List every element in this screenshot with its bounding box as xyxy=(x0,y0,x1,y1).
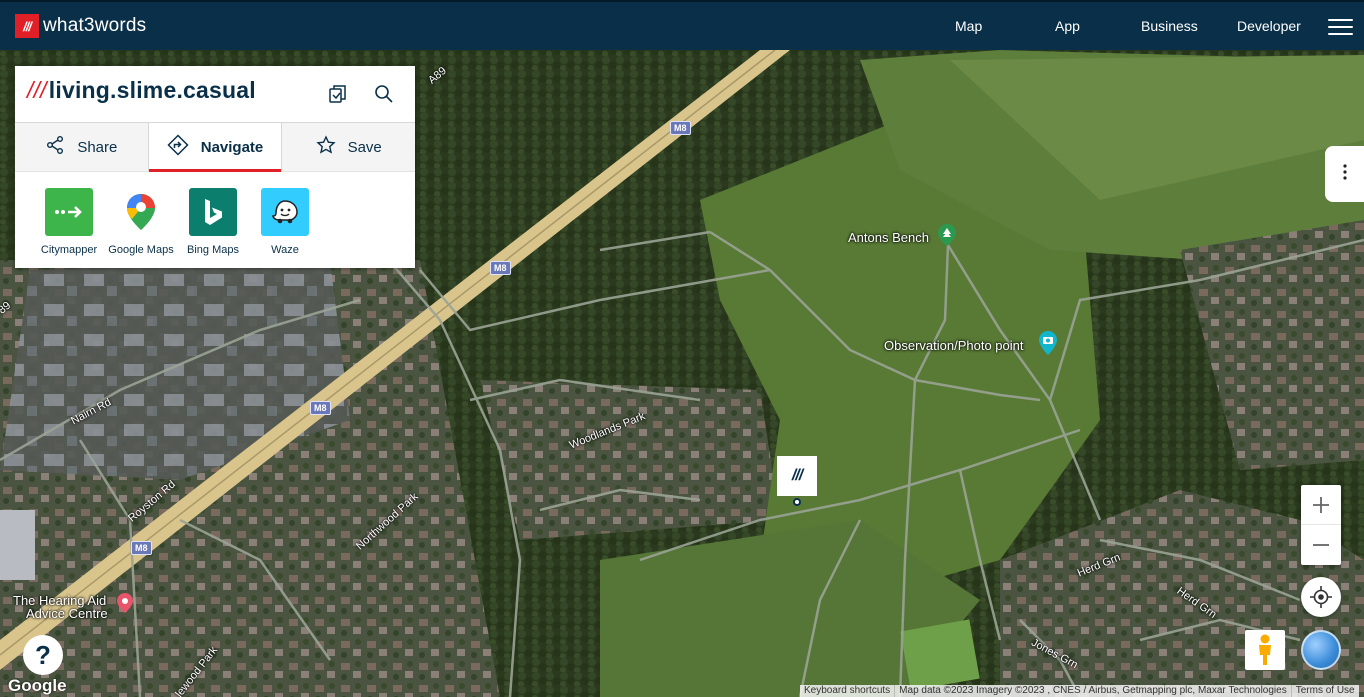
waze-icon xyxy=(261,188,309,236)
keyboard-shortcuts-link[interactable]: Keyboard shortcuts xyxy=(800,685,896,697)
top-navbar: /// what3words Map App Business Develope… xyxy=(0,0,1364,50)
tab-navigate[interactable]: Navigate xyxy=(148,123,283,172)
tab-navigate-label: Navigate xyxy=(200,138,264,156)
copy-icon[interactable] xyxy=(327,83,349,105)
map-type-toggle[interactable] xyxy=(1301,630,1341,670)
more-options-button[interactable] xyxy=(1325,146,1364,202)
terms-of-use-link[interactable]: Terms of Use xyxy=(1292,685,1359,697)
share-icon xyxy=(45,135,65,159)
poi-hearing-aid-line2[interactable]: Advice Centre xyxy=(26,606,108,621)
address-words: living.slime.casual xyxy=(48,77,256,103)
address-slashes: /// xyxy=(27,77,47,103)
navigation-apps: Citymapper Google Maps Bing Maps Waze xyxy=(33,188,321,256)
hamburger-menu-icon[interactable] xyxy=(1328,19,1353,35)
action-tabs: Share Navigate Save xyxy=(15,122,415,172)
tab-share-label: Share xyxy=(77,138,118,156)
zoom-in-button[interactable] xyxy=(1301,485,1341,525)
minus-icon xyxy=(1313,544,1329,546)
help-button[interactable]: ? xyxy=(23,635,63,675)
plus-icon xyxy=(1313,496,1329,513)
zoom-control xyxy=(1301,485,1341,565)
tab-share[interactable]: Share xyxy=(15,123,149,171)
app-waze[interactable]: Waze xyxy=(249,188,321,256)
google-maps-icon xyxy=(117,188,165,236)
tab-save[interactable]: Save xyxy=(282,123,415,171)
logo-mark: /// xyxy=(15,14,39,38)
nav-business[interactable]: Business xyxy=(1141,18,1198,34)
google-logo: Google xyxy=(8,676,67,695)
app-waze-label: Waze xyxy=(271,244,299,256)
location-marker[interactable]: /// xyxy=(777,456,817,496)
citymapper-icon xyxy=(45,188,93,236)
map-attribution: Keyboard shortcuts Map data ©2023 Imager… xyxy=(800,685,1359,697)
app-citymapper[interactable]: Citymapper xyxy=(33,188,105,256)
location-dot xyxy=(793,498,801,506)
three-word-address[interactable]: ///living.slime.casual xyxy=(27,77,256,104)
logo-text: what3words xyxy=(43,15,147,36)
navigate-icon xyxy=(167,134,189,160)
vertical-dots-icon xyxy=(1342,163,1347,185)
street-view-pegman[interactable] xyxy=(1245,630,1285,670)
app-citymapper-label: Citymapper xyxy=(40,244,98,256)
app-bing-maps-label: Bing Maps xyxy=(187,244,239,256)
nav-map[interactable]: Map xyxy=(955,18,982,34)
pegman-icon xyxy=(1259,634,1271,665)
tree-pin-icon[interactable] xyxy=(938,224,956,246)
crosshair-icon xyxy=(1310,586,1332,608)
my-location-button[interactable] xyxy=(1301,577,1341,617)
search-icon[interactable] xyxy=(373,83,395,105)
nav-app[interactable]: App xyxy=(1055,18,1080,34)
m8-shield: M8 xyxy=(310,401,331,415)
camera-pin-icon[interactable] xyxy=(1039,331,1057,355)
poi-observation-point[interactable]: Observation/Photo point xyxy=(884,338,1023,353)
app-bing-maps[interactable]: Bing Maps xyxy=(177,188,249,256)
app-google-maps[interactable]: Google Maps xyxy=(105,188,177,256)
poi-antons-bench[interactable]: Antons Bench xyxy=(848,230,929,245)
m8-shield: M8 xyxy=(131,541,152,555)
medical-pin-icon[interactable] xyxy=(117,593,133,613)
what3words-logo[interactable]: /// what3words xyxy=(15,14,146,38)
bing-icon xyxy=(189,188,237,236)
app-google-maps-label: Google Maps xyxy=(108,244,174,256)
tab-save-label: Save xyxy=(347,138,382,156)
nav-developer[interactable]: Developer xyxy=(1237,18,1301,34)
zoom-out-button[interactable] xyxy=(1301,525,1341,565)
address-panel: ///living.slime.casual Share Navigate Sa… xyxy=(15,66,415,268)
m8-shield: M8 xyxy=(670,121,691,135)
m8-shield: M8 xyxy=(490,261,511,275)
map-data-credit: Map data ©2023 Imagery ©2023 , CNES / Ai… xyxy=(895,685,1292,697)
star-icon xyxy=(315,135,336,159)
